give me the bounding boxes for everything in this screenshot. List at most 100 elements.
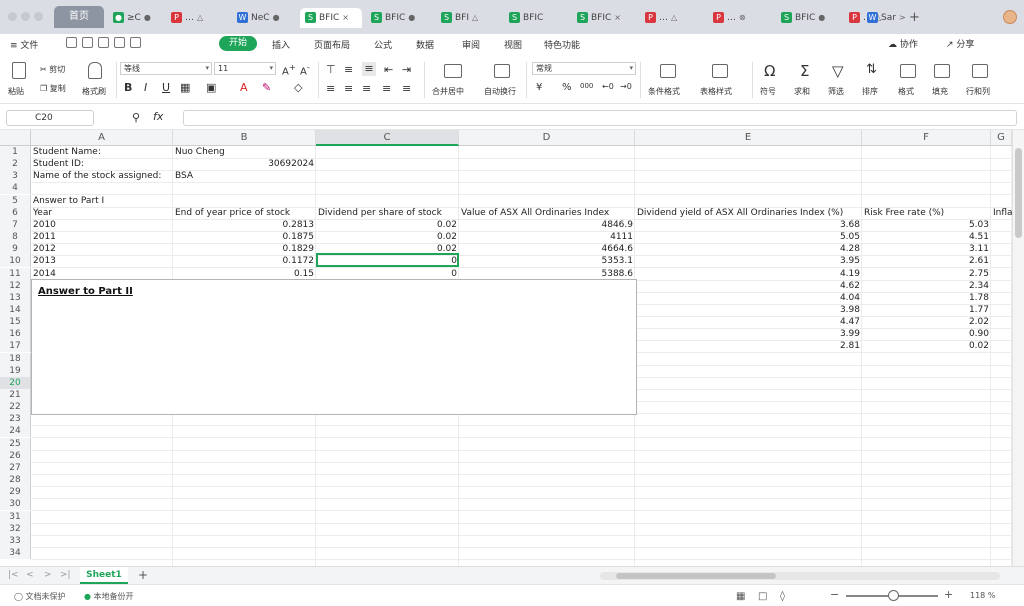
currency-button[interactable]: ¥ [536,82,542,93]
rows-cols-icon[interactable] [972,64,988,78]
close-tab-icon[interactable]: > [899,13,906,22]
cell[interactable]: 3.95 [635,255,862,267]
select-all-corner[interactable] [0,130,31,146]
document-tab[interactable]: S BFIC × [300,8,362,28]
column-header[interactable]: F [862,130,991,146]
cell[interactable]: 4846.9 [459,219,635,231]
row-header[interactable]: 21 [0,389,31,401]
row-header[interactable]: 33 [0,534,31,547]
export-icon[interactable] [130,37,141,48]
text-highlight-icon[interactable]: ✎ [262,81,271,94]
cell[interactable]: 2.75 [862,268,991,280]
merge-center-button[interactable]: 合并居中 [432,86,464,97]
backup-status[interactable]: ● 本地备份开 [84,591,134,602]
row-header[interactable]: 5 [0,194,31,207]
horizontal-scrollbar[interactable] [600,572,1000,580]
row-header[interactable]: 1 [0,146,31,158]
rows-cols-button[interactable]: 行和列 [966,86,990,97]
cell[interactable]: 1.78 [862,292,991,304]
align-left-icon[interactable]: ≡ [326,82,335,95]
row-header[interactable]: 12 [0,279,31,292]
sort-button[interactable]: 排序 [862,86,878,97]
cell[interactable]: Year [31,207,173,219]
cell[interactable]: 5353.1 [459,255,635,267]
cell[interactable]: 5.03 [862,219,991,231]
copy-button[interactable]: ❐ 复制 [40,83,66,94]
wrap-text-icon[interactable] [494,64,510,78]
row-header[interactable]: 31 [0,510,31,523]
cell[interactable]: 4664.6 [459,243,635,255]
fill-color-icon[interactable]: ▣ [206,81,216,94]
merge-center-icon[interactable] [444,64,462,78]
print-icon[interactable] [114,37,125,48]
row-header[interactable]: 24 [0,425,31,438]
protect-status[interactable]: ◯ 文档未保护 [14,591,66,602]
cell[interactable]: 0 [316,268,459,280]
sheet-nav-first-icon[interactable]: |< [8,570,19,580]
cell[interactable]: 4111 [459,231,635,243]
document-tab[interactable]: S BFIC [504,8,566,28]
border-icon[interactable]: ▦ [180,81,190,94]
row-header[interactable]: 17 [0,340,31,353]
cell[interactable]: 0.02 [316,219,459,231]
column-header[interactable]: D [459,130,635,146]
zoom-slider-handle[interactable] [888,590,899,601]
cell[interactable]: Dividend yield of ASX All Ordinaries Ind… [635,207,862,219]
cell[interactable]: 2012 [31,243,173,255]
row-header[interactable]: 30 [0,498,31,511]
row-header[interactable]: 4 [0,182,31,195]
filter-icon[interactable]: ▽ [832,62,844,80]
fill-button[interactable]: 填充 [932,86,948,97]
document-tab[interactable]: S BFIC ● [366,8,428,28]
cell[interactable]: 0.02 [316,231,459,243]
document-tab[interactable]: W NeC ● [232,8,294,28]
row-header[interactable]: 26 [0,449,31,462]
filter-button[interactable]: 筛选 [828,86,844,97]
cell[interactable]: End of year price of stock [173,207,316,219]
font-name-select[interactable]: 等线 ▾ [120,62,212,75]
number-format-select[interactable]: 常规 ▾ [532,62,636,75]
close-tab-icon[interactable]: △ [671,13,677,22]
zoom-lookup-icon[interactable]: ⚲ [132,111,140,124]
document-tab[interactable]: S BFIC × [572,8,634,28]
justify-icon[interactable]: ≡ [382,82,391,95]
reading-mode-icon[interactable]: ◊ [780,591,785,602]
cell[interactable]: 2014 [31,268,173,280]
sum-button[interactable]: 求和 [794,86,810,97]
row-header[interactable]: 10 [0,255,31,268]
row-header[interactable]: 27 [0,461,31,474]
menu-tab[interactable]: 页面布局 [314,38,350,51]
document-tab[interactable]: S BFI △ [436,8,498,28]
cell[interactable]: Name of the stock assigned: [31,170,173,182]
zoom-out-button[interactable]: − [830,588,839,601]
menu-tab[interactable]: 数据 [416,38,434,51]
vertical-scrollbar[interactable] [1012,130,1024,566]
bold-button[interactable]: B [124,81,132,94]
format-painter-icon[interactable] [88,62,102,79]
cell[interactable]: 3.11 [862,243,991,255]
row-header[interactable]: 3 [0,170,31,183]
cell[interactable]: 2.02 [862,316,991,328]
format-icon[interactable] [900,64,916,78]
paste-icon[interactable] [12,62,26,79]
conditional-format-button[interactable]: 条件格式 [648,86,680,97]
cell[interactable]: 3.99 [635,328,862,340]
thousands-button[interactable]: 000 [580,82,593,90]
cell[interactable]: 2.61 [862,255,991,267]
document-tab[interactable]: W Sar > [862,8,910,28]
row-header[interactable]: 32 [0,522,31,535]
font-shrink-button[interactable]: A- [300,62,310,77]
indent-increase-icon[interactable]: ⇥ [402,63,411,76]
cell[interactable]: 2.34 [862,280,991,292]
page-layout-icon[interactable]: □ [758,591,767,602]
collab-button[interactable]: ☁ 协作 [888,37,918,50]
cell[interactable]: Dividend per share of stock [316,207,459,219]
cell[interactable]: Value of ASX All Ordinaries Index [459,207,635,219]
row-header[interactable]: 25 [0,437,31,450]
cell[interactable]: 2.81 [635,340,862,352]
symbol-button[interactable]: 符号 [760,86,776,97]
row-header[interactable]: 14 [0,303,31,316]
symbol-icon[interactable]: Ω [764,62,775,80]
fill-icon[interactable] [934,64,950,78]
align-middle-icon[interactable]: ≡ [344,63,353,76]
